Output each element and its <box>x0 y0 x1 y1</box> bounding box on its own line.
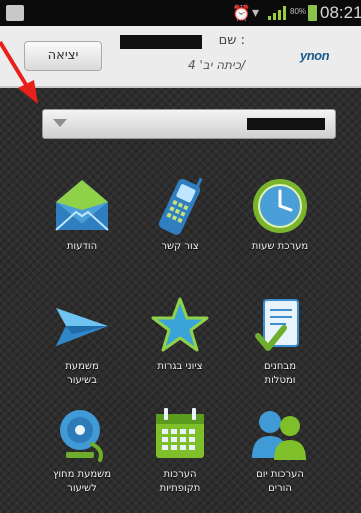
status-bar: ⏰ ▾ 80% 08:21 <box>0 0 361 26</box>
tile-label: מבחנים ומטלות <box>264 361 296 386</box>
tile-label: הודעות <box>66 241 98 252</box>
envelope-icon <box>55 180 109 231</box>
battery-icon <box>308 5 317 21</box>
tile-timetable[interactable]: מערכת שעות <box>230 176 330 286</box>
paper-plane-icon <box>56 308 108 346</box>
class-label: כיתה יב' 4/ <box>188 58 245 72</box>
student-name-redacted <box>120 35 202 49</box>
chevron-down-icon <box>53 119 67 127</box>
app-logo: ynon <box>300 48 330 63</box>
student-name-row: שם : <box>120 33 245 53</box>
app-header: יציאה שם : כיתה יב' 4/ ynon <box>0 26 361 88</box>
student-selector[interactable] <box>42 109 336 139</box>
clock-icon <box>253 179 307 233</box>
bell-icon <box>60 410 103 462</box>
tile-parents-day-evaluations[interactable]: הערכות יום הורים <box>230 404 330 513</box>
tile-periodic-evaluations[interactable]: הערכות תקופתיות <box>130 404 230 513</box>
battery-percent: 80% <box>290 7 307 16</box>
tile-exams-assignments[interactable]: מבחנים ומטלות <box>230 296 330 406</box>
tile-label: ציוני בגרות <box>157 361 203 372</box>
phone-icon <box>158 177 203 235</box>
name-label: שם : <box>218 33 245 48</box>
tile-label: מערכת שעות <box>251 241 309 252</box>
tile-messages[interactable]: הודעות <box>32 176 132 286</box>
selector-value-redacted <box>247 118 325 130</box>
main-menu: הודעות צור קשר מערכת שעות משמעת בשיעור צ… <box>0 88 361 513</box>
exit-button[interactable]: יציאה <box>24 41 102 71</box>
tile-matriculation-grades[interactable]: ציוני בגרות <box>130 296 230 406</box>
tile-label: הערכות יום הורים <box>256 469 304 494</box>
tile-label: צור קשר <box>161 241 199 252</box>
tile-outside-class-discipline[interactable]: משמעת מחוץ לשיעור <box>32 404 132 513</box>
clock-time: 08:21 <box>320 3 361 22</box>
tile-label: משמעת מחוץ לשיעור <box>52 469 112 494</box>
tile-class-discipline[interactable]: משמעת בשיעור <box>32 296 132 406</box>
parents-icon <box>252 411 306 460</box>
tile-label: הערכות תקופתיות <box>159 469 201 494</box>
tile-contact[interactable]: צור קשר <box>130 176 230 286</box>
document-check-icon <box>255 299 299 351</box>
calendar-icon <box>156 408 204 458</box>
wifi-icon: ▾ <box>252 5 260 21</box>
star-icon <box>151 297 209 352</box>
tile-label: משמעת בשיעור <box>65 361 99 386</box>
alarm-icon: ⏰ <box>232 4 251 22</box>
signal-icon <box>268 6 288 20</box>
notification-icon <box>6 5 24 21</box>
